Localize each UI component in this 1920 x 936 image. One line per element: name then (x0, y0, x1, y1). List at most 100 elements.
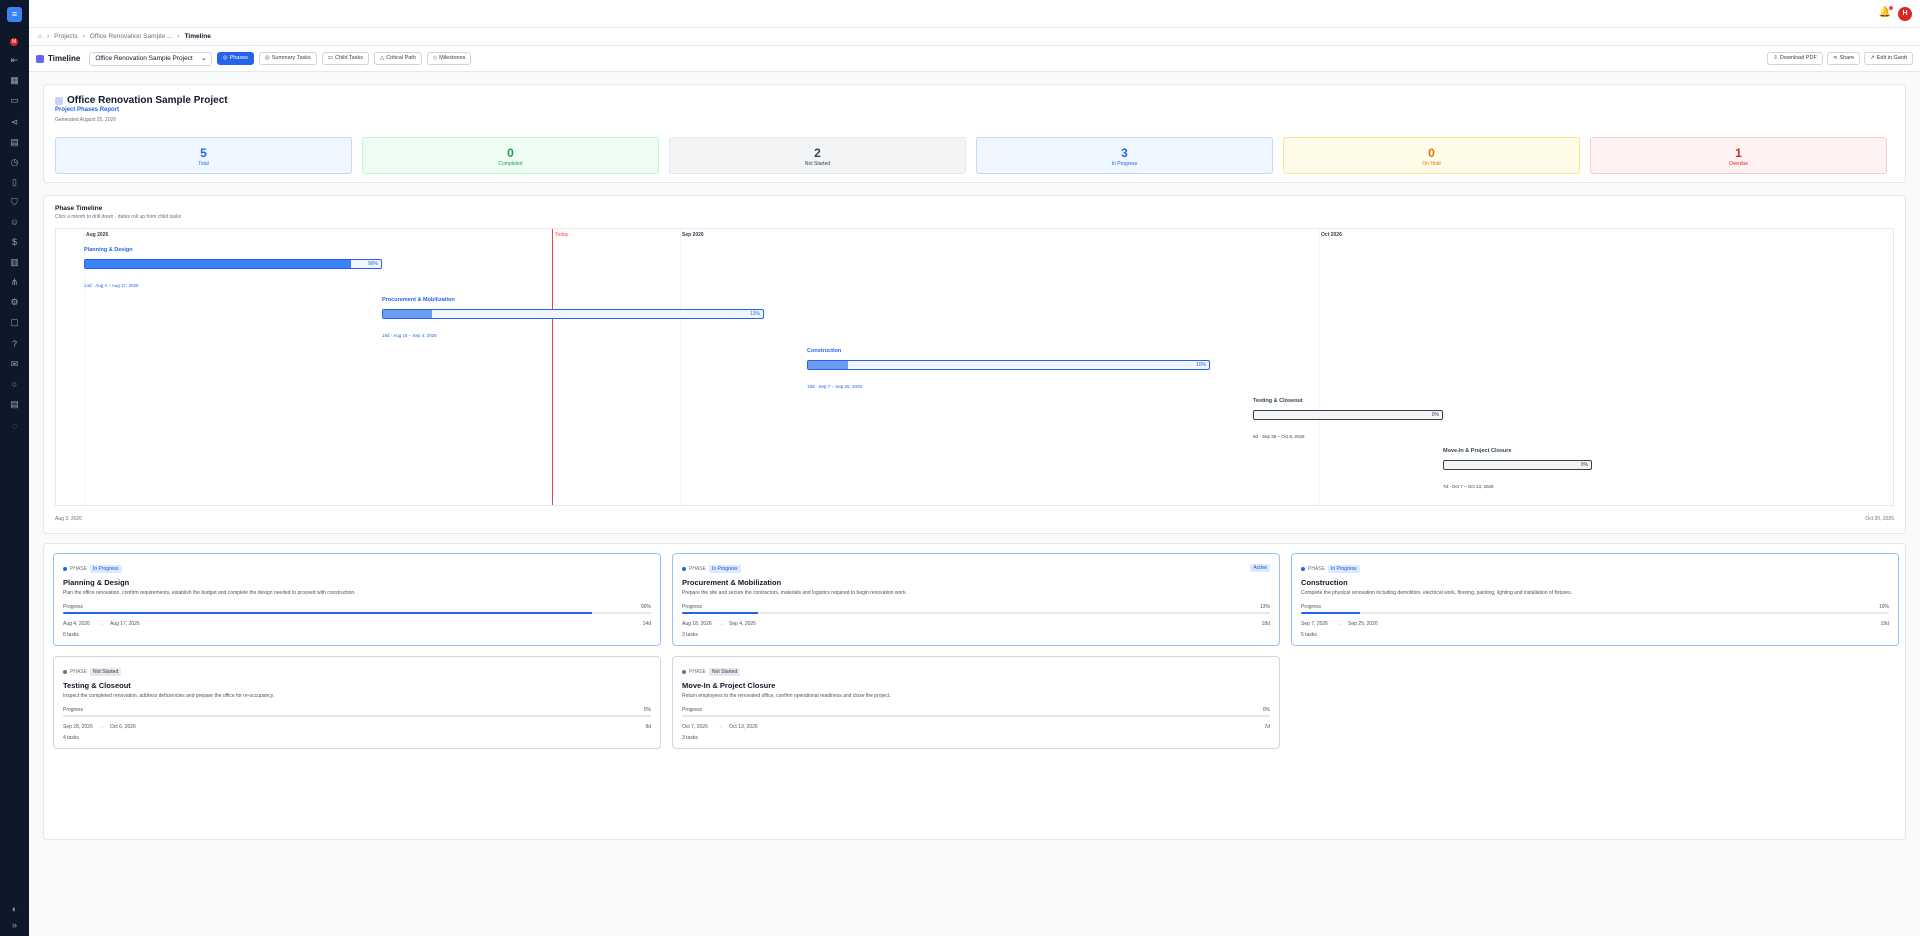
phase-bar-percent: 13% (749, 311, 760, 317)
phase-bar[interactable]: 90% (84, 259, 382, 269)
phase-card[interactable]: PHASE In Progress Planning & Design Plan th… (53, 553, 661, 646)
month-divider (84, 229, 85, 505)
circle-icon[interactable]: ○ (9, 379, 20, 390)
external-link-icon: ↗ (1870, 55, 1875, 61)
phase-title: Testing & Closeout (63, 681, 131, 690)
phase-start-date: Sep 28, 2026 (63, 724, 93, 730)
users-icon[interactable]: ☺ (9, 217, 20, 228)
share-button[interactable]: ⋖ Share (1826, 52, 1861, 65)
network-icon[interactable]: ⋔ (9, 277, 20, 288)
stat-card: 2 Not Started (669, 137, 966, 174)
gantt-chart: Aug 2026 Sep 2026 Oct 2026 Today Plannin… (55, 228, 1894, 506)
stat-value: 2 (814, 146, 821, 160)
progress-label: Progress (63, 604, 84, 610)
dashboard-icon[interactable]: ▦ (9, 75, 20, 86)
progress-label: Progress (1301, 604, 1322, 610)
status-dot (682, 670, 686, 674)
progress-percent: 90% (640, 604, 651, 610)
folder-icon[interactable]: ▭ (9, 95, 20, 106)
book-icon[interactable]: ▢ (9, 317, 20, 328)
month-label-aug[interactable]: Aug 2026 (86, 232, 108, 238)
dollar-icon[interactable]: $ (9, 237, 20, 248)
phase-card[interactable]: PHASE Not Started Move-In & Project Closur… (672, 656, 1280, 749)
phase-duration: 14d (642, 621, 651, 627)
stat-value: 5 (200, 146, 207, 160)
arrow-icon: → (99, 621, 104, 627)
month-divider (680, 229, 681, 505)
chart-icon[interactable]: ▥ (9, 257, 20, 268)
timeline-icon (36, 54, 44, 63)
calendar-icon[interactable]: ▤ (9, 137, 20, 148)
status-dot (1301, 567, 1305, 571)
home-icon[interactable]: ⌂ (38, 33, 42, 40)
avatar[interactable]: H (1898, 7, 1912, 21)
status-badge: In Progress (89, 565, 122, 573)
phase-description: Plan the office renovation, confirm requ… (63, 590, 356, 596)
month-label-oct[interactable]: Oct 2026 (1321, 232, 1342, 238)
phase-task-count: 6 tasks (63, 632, 79, 638)
stat-value: 0 (1428, 146, 1435, 160)
clock-icon[interactable]: ◷ (9, 157, 20, 168)
phase-kind: PHASE (70, 669, 87, 675)
breadcrumb-project[interactable]: Office Renovation Sample ... (90, 33, 173, 40)
status-badge: In Progress (1327, 565, 1360, 573)
phase-bar-label: Testing & Closeout (1253, 398, 1303, 404)
tab-child-tasks[interactable]: ▭ Child Tasks (321, 52, 369, 65)
phase-end-date: Sep 25, 2026 (1348, 621, 1378, 627)
phase-bar[interactable]: 13% (382, 309, 764, 319)
phase-bar[interactable]: 0% (1253, 410, 1443, 420)
share-icon[interactable]: ⋖ (9, 117, 20, 128)
phase-card-header: PHASE In Progress (63, 565, 122, 573)
chat-icon[interactable]: ◌ (9, 421, 20, 432)
gear-icon[interactable]: ⚙ (9, 297, 20, 308)
phase-bar-percent: 10% (1195, 362, 1206, 368)
tab-phases[interactable]: ◎ Phases (216, 52, 254, 65)
edit-in-gantt-button[interactable]: ↗ Edit in Gantt (1864, 52, 1913, 65)
month-divider (1319, 229, 1320, 505)
phase-card[interactable]: PHASE In Progress Construction Complete the… (1291, 553, 1899, 646)
phase-bar-dates: 9d · Sep 28 – Oct 6, 2026 (1253, 434, 1305, 439)
phase-kind: PHASE (689, 566, 706, 572)
progress-label: Progress (682, 707, 703, 713)
project-select[interactable]: Office Renovation Sample Project ⌄ (89, 51, 212, 66)
month-label-sep[interactable]: Sep 2026 (682, 232, 704, 238)
phase-kind: PHASE (689, 669, 706, 675)
download-pdf-button[interactable]: ⇩ Download PDF (1767, 52, 1823, 65)
breadcrumb-projects[interactable]: Projects (54, 33, 77, 40)
bell-indicator (1889, 6, 1893, 10)
phase-description: Complete the physical renovation includi… (1301, 590, 1572, 596)
shield-icon[interactable]: ⛉ (9, 197, 20, 208)
progress-track (682, 715, 1270, 717)
phase-bar[interactable]: 10% (807, 360, 1210, 370)
tab-summary-tasks[interactable]: ◎ Summary Tasks (258, 52, 317, 65)
tab-milestones[interactable]: ◇ Milestones (426, 52, 472, 65)
phase-card[interactable]: PHASE In Progress Active Procurement & Mobi… (672, 553, 1280, 646)
phase-card[interactable]: PHASE Not Started Testing & Closeout Inspec… (53, 656, 661, 749)
help-icon[interactable]: ? (9, 339, 20, 350)
clipboard-icon[interactable]: ▯ (9, 177, 20, 188)
active-badge: Active (1250, 564, 1270, 572)
phase-end-date: Oct 6, 2026 (110, 724, 136, 730)
project-summary-card: Office Renovation Sample Project Project… (43, 84, 1906, 183)
phase-end-date: Sep 4, 2026 (729, 621, 756, 627)
phase-title: Move-In & Project Closure (682, 681, 776, 690)
theme-icon[interactable]: ◐ (9, 904, 20, 915)
expand-icon[interactable]: » (9, 920, 20, 931)
status-badge: Not Started (89, 668, 122, 676)
project-select-value: Office Renovation Sample Project (95, 54, 193, 62)
file-icon[interactable]: ▤ (9, 399, 20, 410)
download-icon: ⇩ (1773, 55, 1778, 61)
phase-description: Return employees to the renovated office… (682, 693, 891, 699)
list-icon: ◎ (264, 55, 270, 61)
progress-label: Progress (63, 707, 84, 713)
arrow-icon: → (718, 724, 723, 730)
tab-label: Phases (229, 55, 248, 61)
phase-bar[interactable]: 0% (1443, 460, 1592, 470)
phase-bar-dates: 19d · Sep 7 – Sep 25, 2026 (807, 384, 863, 389)
tab-critical-path[interactable]: △ Critical Path (374, 52, 422, 65)
app-logo[interactable]: ≡ (7, 7, 22, 22)
phase-task-count: 5 tasks (1301, 632, 1317, 638)
mail-icon[interactable]: ✉ (9, 359, 20, 370)
collapse-icon[interactable]: ⇤ (9, 55, 20, 66)
phase-task-count: 3 tasks (682, 632, 698, 638)
